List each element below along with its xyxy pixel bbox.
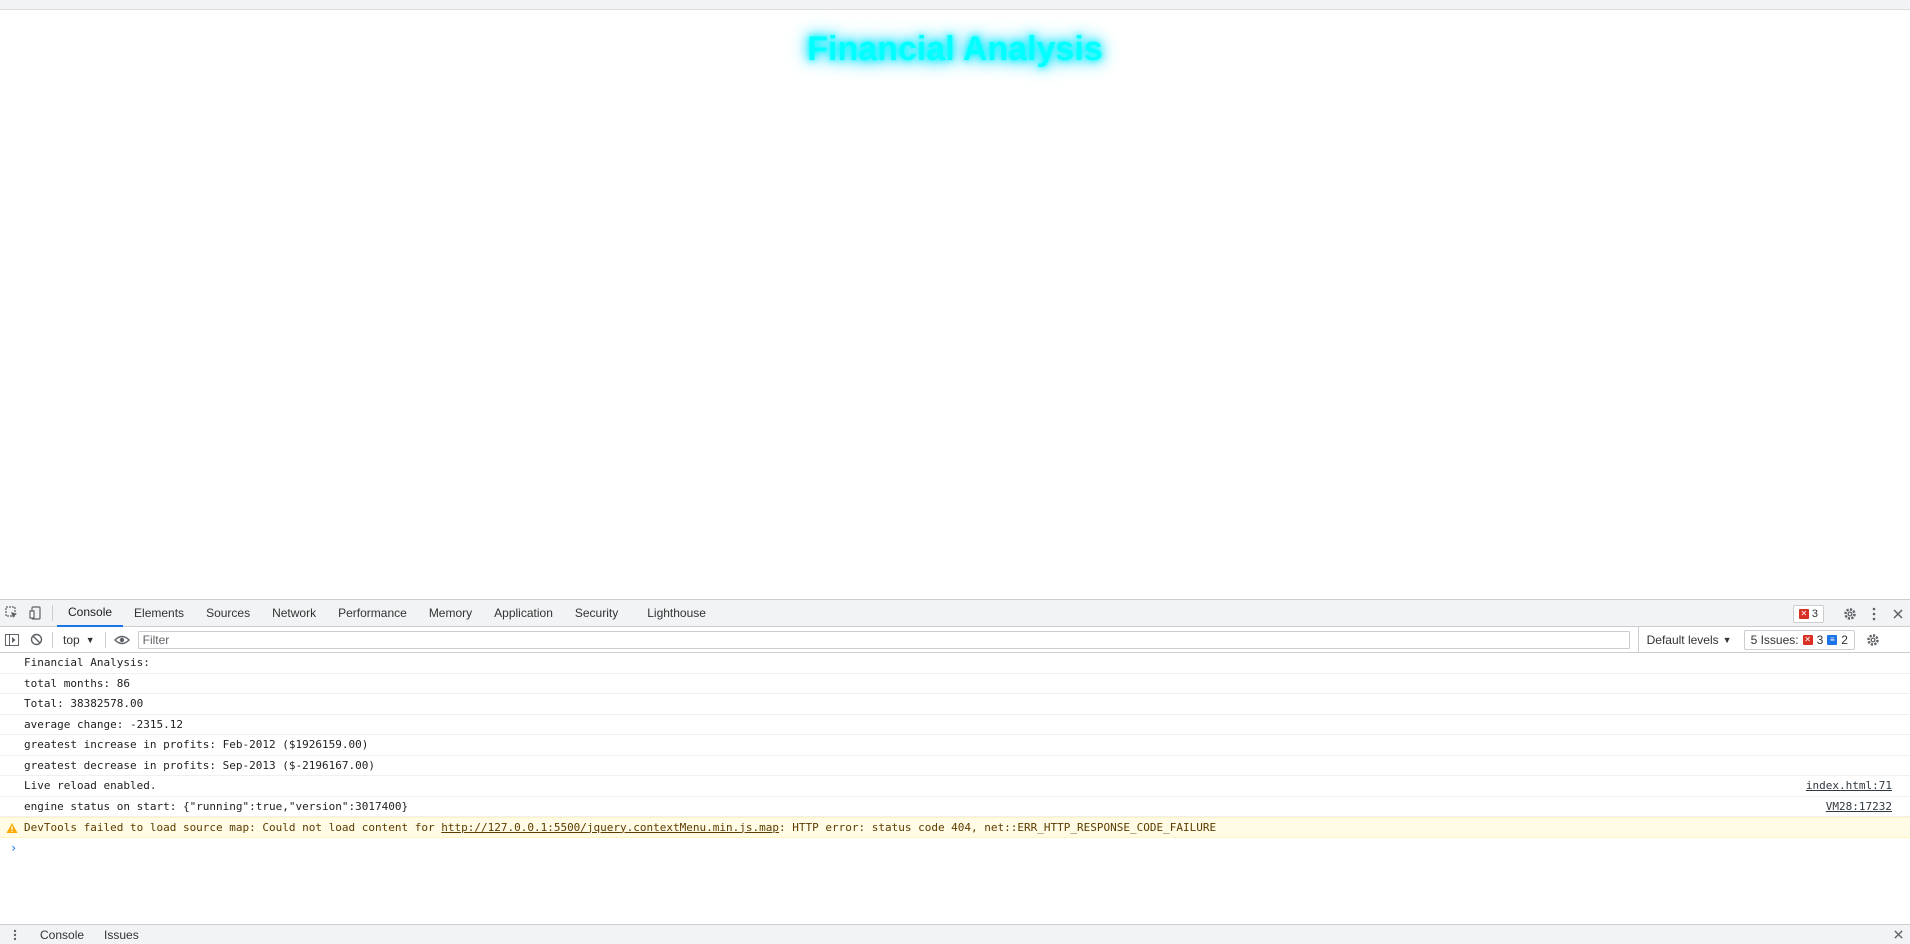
page-title: Financial Analysis: [807, 30, 1103, 68]
error-count: 3: [1811, 607, 1818, 620]
devtools-drawer: Console Issues: [0, 924, 1910, 944]
warning-icon: [6, 823, 18, 833]
tab-performance[interactable]: Performance: [327, 600, 418, 627]
settings-gear-icon[interactable]: [1838, 600, 1862, 627]
show-sidebar-icon[interactable]: [0, 626, 24, 653]
close-drawer-icon[interactable]: [1893, 927, 1904, 943]
issues-counter-button[interactable]: 5 Issues: ✕ 3 ≡ 2: [1743, 629, 1855, 650]
warning-link[interactable]: http://127.0.0.1:5500/jquery.contextMenu…: [441, 821, 779, 834]
tab-memory[interactable]: Memory: [418, 600, 483, 627]
tab-sources[interactable]: Sources: [195, 600, 261, 627]
issues-label: 5 Issues:: [1750, 632, 1799, 647]
message-text: total months: 86: [24, 676, 130, 690]
error-icon: ✕: [1798, 608, 1809, 619]
context-value: top: [63, 632, 80, 647]
tabbar-right-controls: ✕ 3: [1792, 600, 1910, 627]
console-message: Live reload enabled. index.html:71: [0, 776, 1910, 797]
message-source-link[interactable]: VM28:17232: [1826, 800, 1892, 813]
console-message: greatest increase in profits: Feb-2012 (…: [0, 735, 1910, 756]
console-toolbar: top ▼ Default levels ▼ 5 Issues: ✕ 3 ≡ 2: [0, 626, 1910, 653]
filter-input[interactable]: [137, 630, 1630, 649]
inspect-element-icon[interactable]: [0, 600, 24, 627]
tabbar-separator: [52, 605, 53, 621]
message-text: engine status on start: {"running":true,…: [24, 799, 409, 813]
tab-console[interactable]: Console: [57, 600, 124, 627]
warning-prefix: DevTools failed to load source map: Coul…: [24, 820, 442, 834]
console-messages: Financial Analysis: total months: 86 Tot…: [0, 653, 1910, 915]
devtools-panel: Console Elements Sources Network Perform…: [0, 599, 1910, 944]
live-expression-eye-icon[interactable]: [110, 626, 134, 653]
dropdown-arrow-icon: ▼: [85, 634, 95, 645]
error-count-badge[interactable]: ✕ 3: [1792, 604, 1824, 623]
issues-info-count: 2: [1841, 632, 1848, 647]
message-text: Live reload enabled.: [24, 779, 157, 793]
page-viewport: Financial Analysis: [0, 10, 1910, 599]
toolbar-separator: [104, 631, 106, 648]
console-message: Total: 38382578.00: [0, 694, 1910, 715]
message-text: Financial Analysis:: [24, 656, 150, 670]
console-message: average change: -2315.12: [0, 715, 1910, 735]
drawer-menu-icon[interactable]: [0, 925, 30, 944]
context-selector[interactable]: top ▼: [57, 630, 101, 650]
console-warning: DevTools failed to load source map: Coul…: [0, 817, 1910, 838]
drawer-tab-issues[interactable]: Issues: [94, 925, 149, 944]
dropdown-arrow-icon: ▼: [1722, 634, 1732, 645]
console-message: greatest decrease in profits: Sep-2013 (…: [0, 756, 1910, 776]
more-options-icon[interactable]: [1862, 600, 1886, 627]
tab-elements[interactable]: Elements: [123, 600, 195, 627]
message-text: greatest decrease in profits: Sep-2013 (…: [24, 758, 375, 772]
prompt-chevron-icon: ›: [10, 840, 18, 855]
tab-lighthouse[interactable]: Lighthouse: [629, 600, 717, 627]
toolbar-separator: [52, 631, 53, 648]
console-prompt[interactable]: ›: [0, 838, 1910, 858]
message-text: Total: 38382578.00: [24, 697, 144, 711]
tab-security[interactable]: Security: [564, 600, 629, 627]
console-settings-gear-icon[interactable]: [1861, 626, 1885, 653]
message-text: average change: -2315.12: [24, 717, 183, 731]
tab-application[interactable]: Application: [483, 600, 564, 627]
log-levels-dropdown[interactable]: Default levels ▼: [1637, 626, 1740, 653]
clear-console-icon[interactable]: [24, 626, 48, 653]
tab-network[interactable]: Network: [261, 600, 327, 627]
warning-suffix: : HTTP error: status code 404, net::ERR_…: [779, 820, 1217, 834]
device-toolbar-icon[interactable]: [24, 600, 48, 627]
close-devtools-icon[interactable]: [1886, 600, 1910, 627]
console-message: Financial Analysis:: [0, 653, 1910, 674]
issues-error-count: 3: [1816, 632, 1824, 647]
browser-top-strip: [0, 0, 1910, 10]
devtools-tabbar: Console Elements Sources Network Perform…: [0, 600, 1910, 627]
issue-error-icon: ✕: [1802, 634, 1813, 645]
drawer-tab-console[interactable]: Console: [30, 925, 94, 944]
issue-info-icon: ≡: [1827, 634, 1838, 645]
console-message: total months: 86: [0, 674, 1910, 694]
message-text: greatest increase in profits: Feb-2012 (…: [24, 738, 369, 752]
message-source-link[interactable]: index.html:71: [1806, 779, 1892, 792]
console-message: engine status on start: {"running":true,…: [0, 797, 1910, 817]
log-levels-label: Default levels: [1646, 632, 1719, 647]
